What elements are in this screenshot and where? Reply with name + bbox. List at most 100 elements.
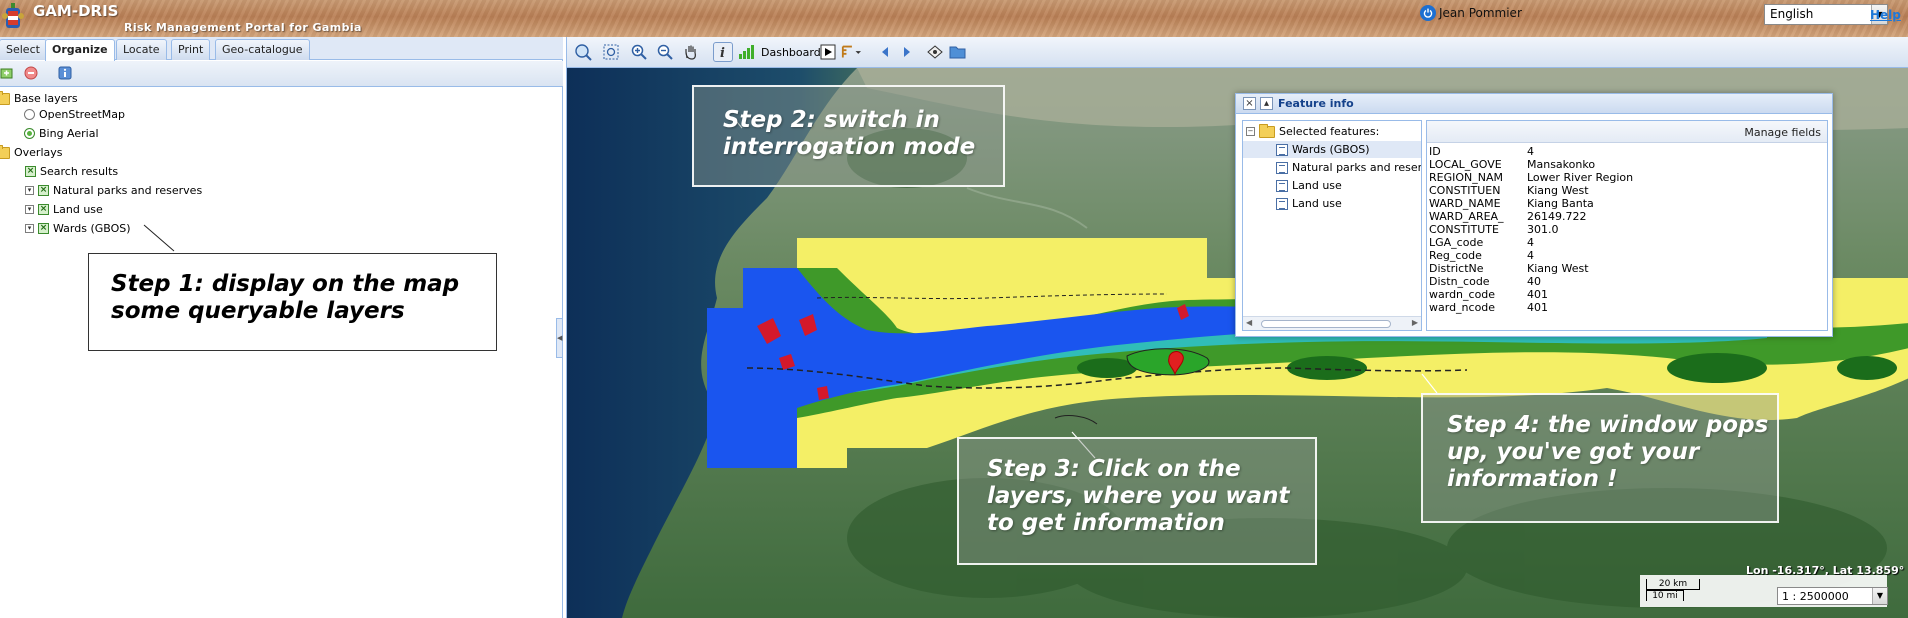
layer-item-wards[interactable]: ▾ × Wards (GBOS)	[25, 222, 131, 235]
feature-item-wards[interactable]: Wards (GBOS)	[1243, 141, 1421, 158]
property-key: LOCAL_GOVE	[1429, 158, 1502, 171]
expand-icon[interactable]: ▾	[25, 224, 34, 233]
info-icon[interactable]	[58, 66, 72, 80]
play-icon	[820, 44, 836, 60]
open-folder-button[interactable]	[948, 42, 968, 62]
arrow-left-icon	[882, 47, 888, 57]
folder-label: Base layers	[14, 92, 78, 105]
selected-features-node[interactable]: − Selected features:	[1246, 123, 1379, 140]
collapse-icon[interactable]: ▴	[1260, 97, 1273, 110]
collapse-tree-icon[interactable]: −	[1246, 127, 1255, 136]
full-extent-button[interactable]	[573, 42, 593, 62]
callout-pointer	[143, 224, 175, 252]
layer-label: Wards (GBOS)	[53, 222, 131, 235]
step1-callout: Step 1: display on the map some queryabl…	[88, 253, 497, 351]
step4-text: Step 4: the window pops up, you've got y…	[1447, 412, 1769, 492]
feature-item-land-use-1[interactable]: Land use	[1276, 177, 1342, 194]
property-row: CONSTITUTE 301.0	[1429, 223, 1559, 236]
tab-geo-catalogue[interactable]: Geo-catalogue	[215, 39, 310, 60]
overlays-folder[interactable]: Overlays	[0, 144, 63, 159]
collapse-panel-handle[interactable]: ◀	[556, 318, 563, 358]
scale-km: 20 km	[1646, 579, 1700, 590]
add-layer-icon[interactable]	[0, 66, 14, 80]
layer-item-bing-aerial[interactable]: Bing Aerial	[24, 127, 99, 140]
layer-item-land-use[interactable]: ▾ × Land use	[25, 203, 103, 216]
scale-select[interactable]: 1 : 2500000 ▼	[1777, 587, 1888, 605]
feature-layer-icon	[1276, 197, 1288, 210]
close-icon[interactable]: ×	[1243, 97, 1256, 110]
next-view-button[interactable]	[897, 42, 917, 62]
step4-callout: Step 4: the window pops up, you've got y…	[1421, 393, 1779, 523]
radio-selected-icon[interactable]	[24, 128, 35, 139]
expand-icon[interactable]: ▾	[25, 205, 34, 214]
zoom-out-button[interactable]	[655, 42, 675, 62]
play-button[interactable]	[818, 42, 838, 62]
expand-icon[interactable]: ▾	[25, 186, 34, 195]
dashboard-label[interactable]: Dashboard	[761, 46, 821, 59]
folder-label: Overlays	[14, 146, 63, 159]
layers-icon	[927, 45, 943, 59]
checkbox-icon[interactable]: ×	[38, 204, 49, 215]
property-row: ID 4	[1429, 145, 1534, 158]
horizontal-scrollbar[interactable]: ◀ ▶	[1243, 316, 1421, 330]
feature-item-natural-parks[interactable]: Natural parks and reserves	[1276, 159, 1422, 176]
radio-icon[interactable]	[24, 109, 35, 120]
layer-label: Land use	[53, 203, 103, 216]
base-layers-folder[interactable]: Base layers	[0, 90, 78, 105]
interrogation-mode-button[interactable]: i	[713, 42, 733, 62]
power-icon[interactable]	[1420, 5, 1436, 21]
pan-button[interactable]	[681, 42, 701, 62]
svg-text:i: i	[720, 46, 725, 60]
layer-item-openstreetmap[interactable]: OpenStreetMap	[24, 108, 125, 121]
folder-icon	[0, 90, 10, 105]
scroll-left-icon[interactable]: ◀	[1246, 318, 1252, 327]
bar-chart-icon	[739, 45, 754, 59]
property-value: 26149.722	[1527, 210, 1587, 223]
layer-label: Bing Aerial	[39, 127, 99, 140]
feature-info-header[interactable]: × ▴ Feature info	[1236, 94, 1832, 114]
app-header: GAM-DRIS Risk Management Portal for Gamb…	[0, 0, 1908, 37]
tab-locate[interactable]: Locate	[116, 39, 167, 60]
zoom-out-icon	[657, 44, 673, 60]
measure-button[interactable]	[841, 42, 861, 62]
manage-fields-button[interactable]: Manage fields	[1744, 126, 1821, 139]
property-key: Reg_code	[1429, 249, 1482, 262]
info-cursor-icon: i	[720, 46, 725, 60]
previous-view-button[interactable]	[875, 42, 895, 62]
dashboard-icon-button[interactable]	[737, 42, 757, 62]
feature-info-window: × ▴ Feature info − Selected features: Wa…	[1235, 93, 1833, 337]
scroll-right-icon[interactable]: ▶	[1412, 318, 1418, 327]
layer-item-search-results[interactable]: × Search results	[25, 165, 118, 178]
help-link[interactable]: Help	[1870, 8, 1901, 22]
property-value: Kiang Banta	[1527, 197, 1594, 210]
property-value: 401	[1527, 301, 1548, 314]
step3-text: Step 3: Click on the layers, where you w…	[987, 456, 1290, 536]
property-row: Distn_code 40	[1429, 275, 1541, 288]
app-title: GAM-DRIS	[33, 2, 119, 20]
tree-root-label: Selected features:	[1279, 125, 1380, 138]
scroll-thumb[interactable]	[1261, 320, 1391, 328]
feature-label: Natural parks and reserves	[1292, 161, 1422, 174]
zoom-in-button[interactable]	[629, 42, 649, 62]
chevron-down-icon[interactable]: ▼	[1872, 588, 1887, 604]
zoom-box-button[interactable]	[601, 42, 621, 62]
checkbox-icon[interactable]: ×	[38, 223, 49, 234]
property-row: WARD_AREA_ 26149.722	[1429, 210, 1587, 223]
user-name: Jean Pommier	[1439, 6, 1522, 20]
property-row: Reg_code 4	[1429, 249, 1534, 262]
feature-tree: − Selected features: Wards (GBOS) Natura…	[1242, 120, 1422, 331]
remove-layer-icon[interactable]	[24, 66, 38, 80]
tab-print[interactable]: Print	[171, 39, 211, 60]
scale-mi: 10 mi	[1646, 590, 1684, 601]
checkbox-icon[interactable]: ×	[38, 185, 49, 196]
tab-select[interactable]: Select	[0, 39, 47, 60]
feature-item-land-use-2[interactable]: Land use	[1276, 195, 1342, 212]
layer-label: OpenStreetMap	[39, 108, 126, 121]
property-value: 40	[1527, 275, 1541, 288]
print-map-button[interactable]	[925, 42, 945, 62]
user-menu[interactable]: Jean Pommier	[1420, 5, 1522, 21]
property-value: Lower River Region	[1527, 171, 1634, 184]
checkbox-icon[interactable]: ×	[25, 166, 36, 177]
layer-item-natural-parks[interactable]: ▾ × Natural parks and reserves	[25, 184, 202, 197]
tab-organize[interactable]: Organize	[45, 39, 115, 61]
